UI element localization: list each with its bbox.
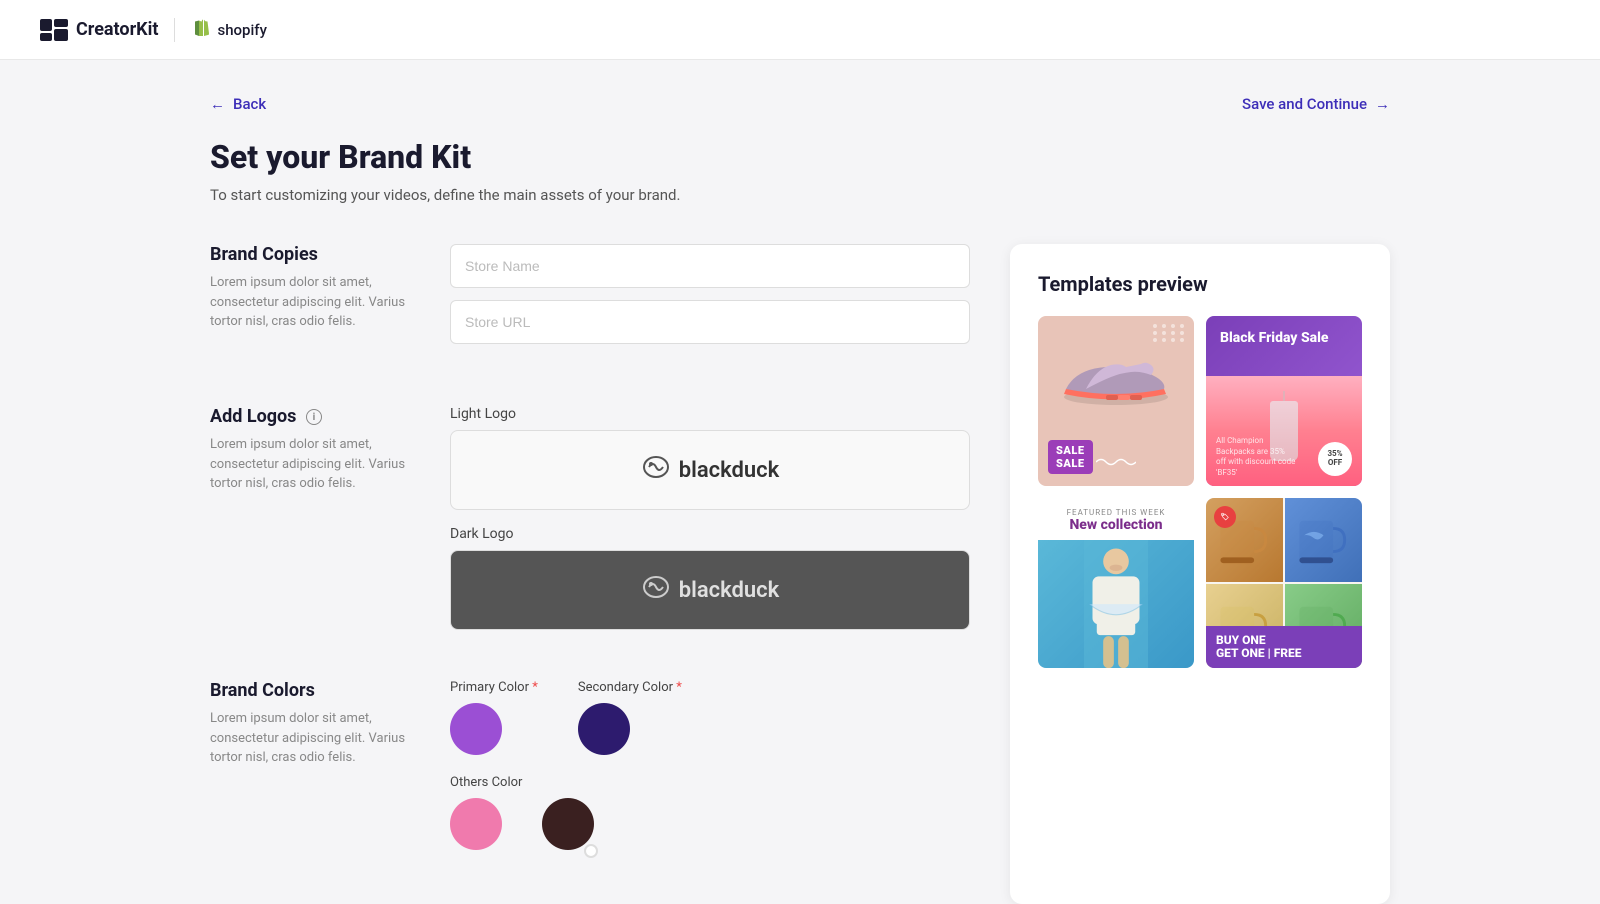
dark-logo-upload[interactable]: blackduck [450,550,970,630]
blackduck-icon-light [641,453,671,487]
left-column: Brand Copies Lorem ipsum dolor sit amet,… [210,244,970,904]
secondary-color-label: Secondary Color * [578,680,682,695]
required-star-primary: * [532,680,538,695]
light-logo-upload[interactable]: blackduck [450,430,970,510]
nav-bar: ← Back Save and Continue → [210,60,1390,138]
primary-color-group: Primary Color * [450,680,538,755]
template-1-text: SALESALE [1048,440,1136,476]
store-name-input[interactable] [450,244,970,288]
shopify-logo: shopify [191,17,266,43]
add-logos-label: Add Logos i Lorem ipsum dolor sit amet, … [210,406,430,494]
primary-secondary-row: Primary Color * Secondary Color * [450,680,970,755]
header-divider [174,18,175,42]
primary-color-swatch[interactable] [450,703,502,755]
template-card-1[interactable]: SALESALE [1038,316,1194,486]
dark-logo-label: Dark Logo [450,526,970,542]
save-continue-button[interactable]: Save and Continue → [1242,95,1390,113]
other-color-swatch-1[interactable] [450,798,502,850]
light-logo-label: Light Logo [450,406,970,422]
light-logo-group: Light Logo blackduck [450,406,970,510]
other-color-swatch-2-wrapper [542,798,594,854]
template-3-image [1038,540,1194,668]
templates-panel: Templates preview [1010,244,1390,904]
buy-one-overlay: BUY ONE GET ONE | FREE [1206,626,1362,668]
back-arrow-icon: ← [210,95,225,113]
brand-copies-title: Brand Copies [210,244,430,265]
blackduck-icon-dark [641,573,671,607]
dark-logo-display: blackduck [641,573,780,607]
shopify-bag-icon [191,17,211,43]
sale-badge: SALESALE [1048,440,1093,474]
secondary-color-swatch[interactable] [578,703,630,755]
brand-colors-label: Brand Colors Lorem ipsum dolor sit amet,… [210,680,430,768]
templates-grid: SALESALE Black Friday Sale [1038,316,1362,668]
others-color-swatches [450,798,970,854]
add-logos-title: Add Logos i [210,406,430,427]
shoe-image [1038,326,1194,421]
shopify-label: shopify [217,21,266,39]
brand-colors-description: Lorem ipsum dolor sit amet, consectetur … [210,709,430,768]
mug-2 [1285,498,1362,582]
brand-copies-section: Brand Copies Lorem ipsum dolor sit amet,… [210,244,970,356]
page-subtitle: To start customizing your videos, define… [210,186,1390,204]
wavy-decoration [1096,457,1136,467]
logo-upload-section: Light Logo blackduck [450,406,970,630]
back-button[interactable]: ← Back [210,95,266,113]
required-star-secondary: * [676,680,682,695]
templates-title: Templates preview [1038,272,1362,296]
content-layout: Brand Copies Lorem ipsum dolor sit amet,… [210,244,1390,904]
template-2-header: Black Friday Sale [1220,330,1348,351]
brand-colors-section: Brand Colors Lorem ipsum dolor sit amet,… [210,680,970,854]
add-logos-section: Add Logos i Lorem ipsum dolor sit amet, … [210,406,970,630]
creatorkit-icon [40,19,68,41]
others-color-row: Others Color [450,775,970,854]
template-4-badge: 🏷 [1214,506,1236,528]
other-color-swatch-2[interactable] [542,798,594,850]
brand-colors-title: Brand Colors [210,680,430,701]
buy-one-label: BUY ONE GET ONE | FREE [1216,634,1352,660]
header: CreatorKit shopify [0,0,1600,60]
back-label: Back [233,95,266,113]
template-card-3[interactable]: FEATURED THIS WEEK New collection [1038,498,1194,668]
secondary-color-group: Secondary Color * [578,680,682,755]
save-continue-label: Save and Continue [1242,95,1367,113]
add-logos-description: Lorem ipsum dolor sit amet, consectetur … [210,435,430,494]
primary-color-label: Primary Color * [450,680,538,695]
others-color-label: Others Color [450,775,970,790]
template-3-header: FEATURED THIS WEEK New collection [1038,498,1194,540]
info-icon[interactable]: i [306,409,322,425]
black-friday-title: Black Friday Sale [1220,330,1348,347]
template-2-badge: 35%OFF [1318,442,1352,476]
brand-copies-inputs [450,244,970,356]
page-title: Set your Brand Kit [210,138,1390,176]
template-2-caption: All Champion Backpacks are 35% off with … [1216,436,1296,478]
brand-copies-label: Brand Copies Lorem ipsum dolor sit amet,… [210,244,430,332]
colors-inputs: Primary Color * Secondary Color * [450,680,970,854]
creatorkit-label: CreatorKit [76,19,158,40]
featured-label: FEATURED THIS WEEK [1048,508,1184,517]
new-collection-title: New collection [1048,517,1184,534]
dark-logo-group: Dark Logo blackduck [450,526,970,630]
main-content: ← Back Save and Continue → Set your Bran… [150,60,1450,904]
template-card-2[interactable]: Black Friday Sale 35%OFF All Champion Ba… [1206,316,1362,486]
light-logo-display: blackduck [641,453,780,487]
cursor-indicator [584,844,598,858]
store-url-input[interactable] [450,300,970,344]
brand-logo: CreatorKit [40,19,158,41]
brand-copies-description: Lorem ipsum dolor sit amet, consectetur … [210,273,430,332]
template-card-4[interactable]: 🏷 BUY ONE GET ONE | FREE [1206,498,1362,668]
forward-arrow-icon: → [1375,95,1390,113]
